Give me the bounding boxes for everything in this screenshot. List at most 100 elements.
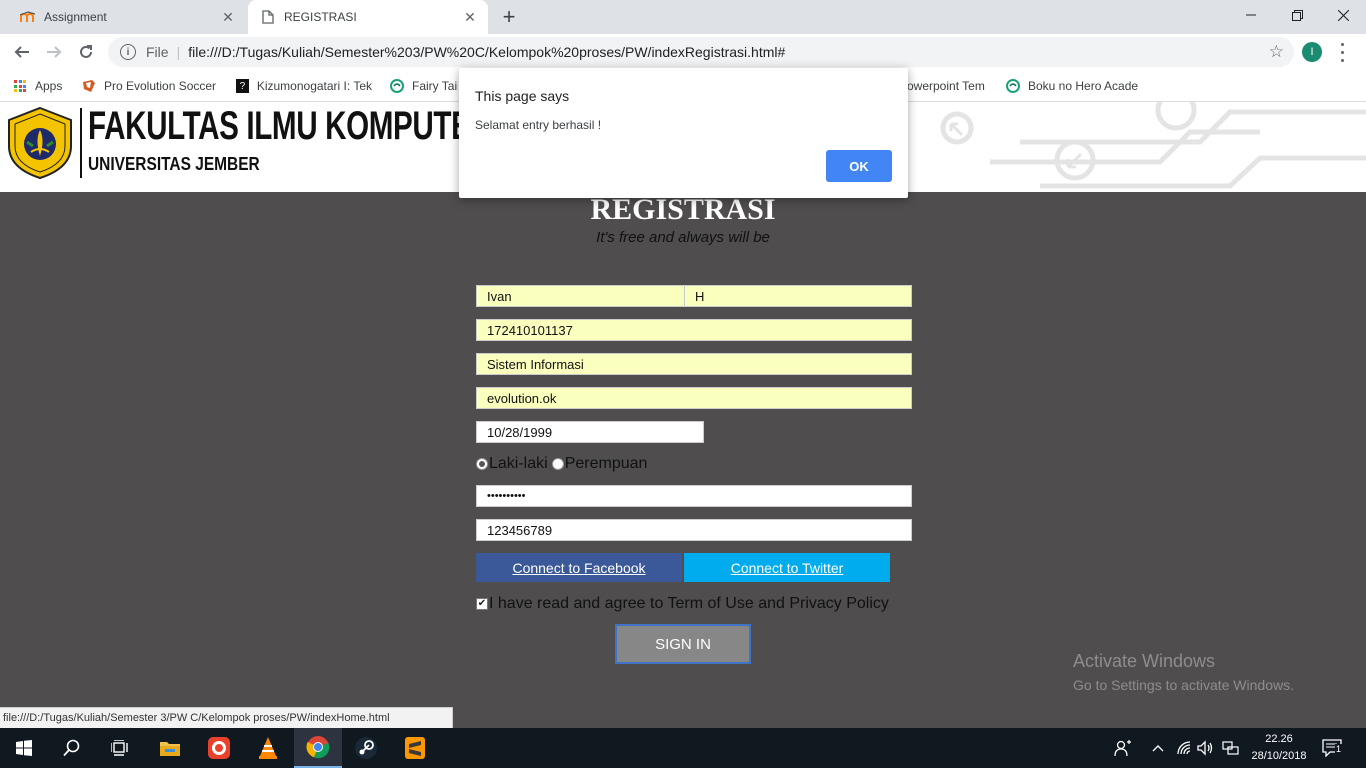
bookmark-apps[interactable]: Apps (14, 76, 62, 96)
bookmark-favicon (1006, 79, 1020, 93)
notification-count: 1 (1335, 744, 1343, 754)
apps-grid-icon (14, 80, 26, 92)
profile-avatar[interactable]: I (1302, 42, 1322, 62)
bookmark-label: Apps (35, 79, 63, 93)
bookmark-pro-evolution-soccer[interactable]: Pro Evolution Soccer (82, 76, 216, 96)
restore-icon (1291, 9, 1303, 21)
notification-center-icon[interactable]: 1 (1322, 738, 1343, 758)
bookmark-label: Boku no Hero Acade (1028, 79, 1139, 93)
close-icon[interactable]: ✕ (218, 7, 238, 27)
activate-windows-subtitle: Go to Settings to activate Windows. (1073, 677, 1294, 693)
forward-button[interactable] (40, 38, 68, 66)
dialog-message: Selamat entry berhasil ! (475, 118, 602, 132)
new-tab-button[interactable]: + (496, 4, 522, 30)
bookmark-favicon: ? (236, 79, 249, 93)
bookmark-favicon (390, 79, 404, 93)
reload-icon (80, 45, 92, 58)
sign-in-button[interactable]: SIGN IN (615, 624, 751, 664)
bookmark-fairy-tail[interactable]: Fairy Tail (390, 76, 458, 96)
taskbar-clock[interactable]: 22.26 28/10/2018 (1248, 731, 1310, 765)
dialog-ok-button[interactable]: OK (826, 150, 892, 182)
clock-time: 22.26 (1265, 733, 1293, 745)
steam-icon[interactable] (342, 728, 390, 768)
chevron-up-icon[interactable] (1152, 738, 1164, 758)
tab-title: REGISTRASI (284, 10, 357, 24)
info-icon[interactable]: i (120, 44, 136, 60)
activate-windows-title: Activate Windows (1073, 651, 1216, 671)
username-input[interactable]: evolution.ok (476, 387, 912, 409)
logo-divider (80, 108, 82, 178)
browser-toolbar: i File | file:///D:/Tugas/Kuliah/Semeste… (0, 34, 1366, 70)
url-scheme-label: File (146, 44, 169, 60)
gender-radio-male[interactable] (476, 458, 488, 470)
start-icon[interactable] (0, 728, 48, 768)
url-separator: | (176, 44, 181, 60)
agree-label: I have read and agree to Term of Use and… (489, 595, 889, 612)
back-arrow-icon (14, 46, 29, 58)
back-button[interactable] (8, 38, 36, 66)
close-window-button[interactable] (1320, 0, 1366, 30)
bookmark-star-icon[interactable]: ☆ (1269, 42, 1284, 62)
pes-icon (82, 79, 96, 93)
task-view-icon[interactable] (96, 728, 144, 768)
restore-button[interactable] (1274, 0, 1320, 30)
connect-facebook-button[interactable]: Connect to Facebook (476, 553, 682, 582)
bookmark-label: Kizumonogatari I: Tek (256, 79, 372, 93)
university-title: UNIVERSITAS JEMBER (88, 154, 260, 174)
bookmark-powerpoint-template[interactable]: owerpoint Tem (907, 76, 989, 96)
first-name-input[interactable]: Ivan (476, 285, 686, 307)
close-icon[interactable]: ✕ (460, 7, 480, 27)
tab-title: Assignment (44, 10, 107, 24)
address-bar[interactable]: i File | file:///D:/Tugas/Kuliah/Semeste… (108, 37, 1294, 67)
circuit-decoration (940, 102, 1366, 189)
close-icon (1337, 9, 1349, 21)
vlc-icon[interactable] (244, 728, 292, 768)
bookmark-boku-no-hero[interactable]: Boku no Hero Acade (1006, 76, 1142, 96)
tab-registrasi[interactable]: REGISTRASI ✕ (248, 0, 488, 34)
url-text[interactable]: file:///D:/Tugas/Kuliah/Semester%203/PW%… (188, 44, 785, 60)
password-input[interactable]: •••••••••• (476, 485, 912, 507)
taskbar: 22.26 28/10/2018 1 (0, 728, 1366, 768)
gender-radio-group: Laki-laki Perempuan (476, 454, 647, 474)
gender-label-female: Perempuan (564, 455, 648, 472)
minimize-button[interactable] (1228, 0, 1274, 30)
registration-title: REGISTRASI (590, 193, 776, 226)
bookmark-kizumonogatari[interactable]: ? Kizumonogatari I: Tek (236, 76, 372, 96)
university-logo (8, 106, 72, 180)
tab-strip: Assignment ✕ REGISTRASI ✕ + (0, 0, 1366, 34)
document-icon (260, 9, 276, 25)
registration-subtitle: It's free and always will be (596, 229, 770, 246)
gender-radio-female[interactable] (551, 458, 564, 470)
connect-twitter-button[interactable]: Connect to Twitter (684, 553, 890, 582)
last-name-input[interactable]: H (684, 285, 912, 307)
volume-icon[interactable] (1197, 738, 1215, 758)
wifi-icon[interactable] (1176, 738, 1194, 758)
clock-date: 28/10/2018 (1251, 750, 1307, 762)
bookmark-label: Pro Evolution Soccer (104, 79, 216, 93)
agree-row: ✔ I have read and agree to Term of Use a… (476, 594, 889, 614)
moodle-icon (20, 9, 36, 25)
agree-checkbox[interactable]: ✔ (476, 598, 488, 610)
dialog-title: This page says (475, 88, 570, 104)
people-icon[interactable] (1114, 738, 1132, 758)
reload-button[interactable] (72, 38, 100, 66)
bookmark-label: owerpoint Tem (907, 79, 985, 93)
phone-input[interactable]: 123456789 (476, 519, 912, 541)
alert-dialog: This page says Selamat entry berhasil ! … (459, 68, 908, 198)
bookmark-label: Fairy Tail (412, 79, 458, 93)
file-explorer-icon[interactable] (146, 728, 194, 768)
birthdate-input[interactable]: 10/28/1999 (476, 421, 704, 443)
screen-recorder-icon[interactable] (195, 728, 243, 768)
nim-input[interactable]: 172410101137 (476, 319, 912, 341)
link-status-bar: file:///D:/Tugas/Kuliah/Semester 3/PW C/… (0, 707, 453, 728)
program-input[interactable]: Sistem Informasi (476, 353, 912, 375)
minimize-icon (1246, 14, 1256, 16)
browser-menu-icon[interactable] (1336, 40, 1348, 64)
tab-assignment[interactable]: Assignment ✕ (0, 0, 246, 34)
forward-arrow-icon (47, 46, 62, 58)
input-language-icon[interactable] (1222, 738, 1240, 758)
faculty-title: FAKULTAS ILMU KOMPUTER (88, 104, 492, 148)
sublime-text-icon[interactable] (391, 728, 439, 768)
search-icon[interactable] (48, 728, 96, 768)
chrome-icon[interactable] (294, 728, 342, 768)
